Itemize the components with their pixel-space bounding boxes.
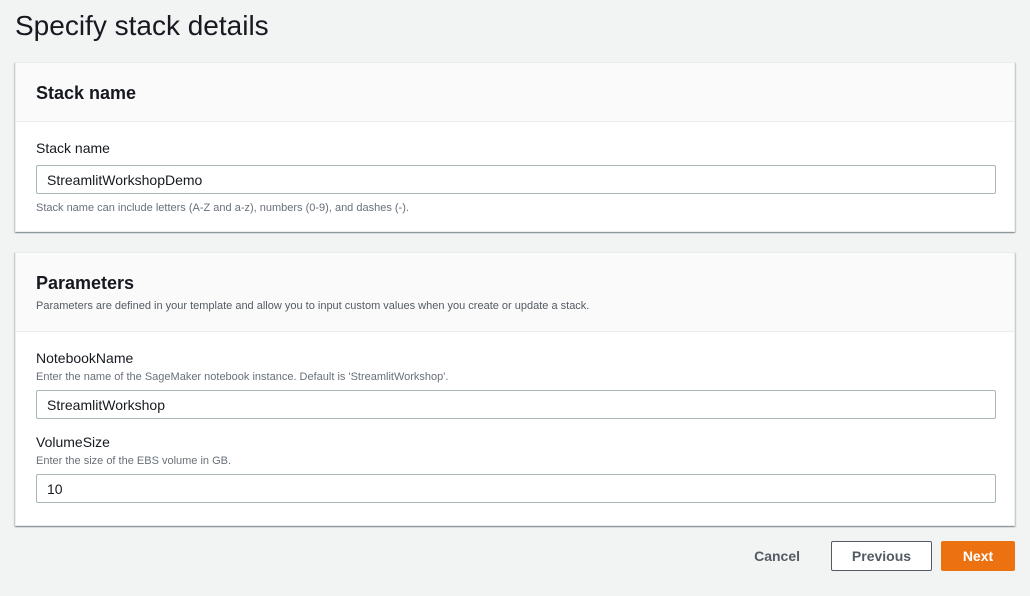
notebook-name-input[interactable]	[36, 390, 996, 419]
stack-name-panel-header: Stack name	[16, 63, 1014, 122]
param-volume-size: VolumeSize Enter the size of the EBS vol…	[36, 433, 996, 503]
param-notebook-name-label: NotebookName	[36, 350, 134, 366]
page: Specify stack details Stack name Stack n…	[0, 0, 1030, 596]
parameters-panel: Parameters Parameters are defined in you…	[15, 252, 1015, 526]
stack-name-label: Stack name	[36, 140, 110, 156]
parameters-panel-description: Parameters are defined in your template …	[36, 300, 590, 312]
stack-name-panel-heading: Stack name	[36, 83, 137, 103]
param-notebook-name: NotebookName Enter the name of the SageM…	[36, 349, 996, 419]
page-title: Specify stack details	[15, 10, 269, 41]
stack-name-panel-body: Stack name Stack name can include letter…	[16, 122, 1014, 215]
param-volume-size-description: Enter the size of the EBS volume in GB.	[36, 455, 232, 467]
next-button[interactable]: Next	[941, 541, 1015, 571]
parameters-panel-body: NotebookName Enter the name of the SageM…	[16, 332, 1014, 503]
stack-name-input[interactable]	[36, 165, 996, 194]
cancel-button[interactable]: Cancel	[734, 541, 820, 571]
param-volume-size-label: VolumeSize	[36, 434, 110, 450]
parameters-panel-header: Parameters Parameters are defined in you…	[16, 253, 1014, 332]
wizard-footer: Cancel Previous Next	[734, 541, 1015, 571]
parameters-panel-heading: Parameters	[36, 273, 135, 293]
param-notebook-name-description: Enter the name of the SageMaker notebook…	[36, 371, 449, 383]
volume-size-input[interactable]	[36, 474, 996, 503]
stack-name-constraint: Stack name can include letters (A-Z and …	[36, 202, 409, 214]
previous-button[interactable]: Previous	[831, 541, 932, 571]
stack-name-panel: Stack name Stack name Stack name can inc…	[15, 62, 1015, 232]
